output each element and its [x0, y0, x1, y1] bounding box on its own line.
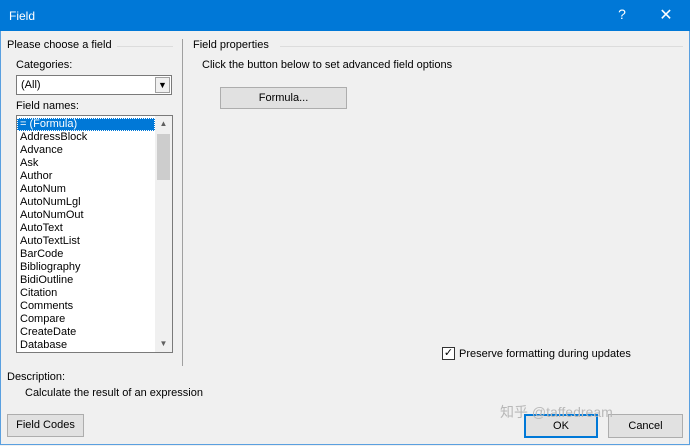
- list-item[interactable]: CreateDate: [17, 326, 155, 339]
- divider: [117, 46, 173, 47]
- watermark-text: 知乎 @taffedream: [500, 404, 613, 420]
- field-list-scrollbar[interactable]: ▲ ▼: [155, 116, 172, 352]
- checkmark-icon: ✓: [443, 347, 454, 359]
- divider: [280, 46, 683, 47]
- list-item[interactable]: Database: [17, 339, 155, 352]
- list-item[interactable]: Author: [17, 170, 155, 183]
- close-icon[interactable]: ✕: [657, 5, 675, 25]
- list-item[interactable]: Advance: [17, 144, 155, 157]
- list-item[interactable]: = (Formula): [17, 118, 155, 131]
- list-item[interactable]: Comments: [17, 300, 155, 313]
- scroll-up-icon[interactable]: ▲: [155, 116, 172, 132]
- list-item[interactable]: Citation: [17, 287, 155, 300]
- categories-dropdown[interactable]: (All) ▼: [16, 75, 172, 95]
- title-bar: Field ? ✕: [0, 0, 690, 31]
- categories-label: Categories:: [16, 59, 73, 71]
- list-item[interactable]: AutoNumOut: [17, 209, 155, 222]
- field-names-items: = (Formula) AddressBlock Advance Ask Author A…: [17, 118, 155, 352]
- preserve-formatting-label[interactable]: Preserve formatting during updates: [459, 348, 631, 360]
- scroll-thumb[interactable]: [157, 134, 170, 180]
- help-icon[interactable]: ?: [615, 6, 629, 22]
- list-item[interactable]: BidiOutline: [17, 274, 155, 287]
- instruction-text: Click the button below to set advanced f…: [202, 59, 453, 71]
- list-item[interactable]: AddressBlock: [17, 131, 155, 144]
- description-text: Calculate the result of an expression: [25, 387, 203, 399]
- field-names-list[interactable]: = (Formula) AddressBlock Advance Ask Author A…: [16, 115, 173, 353]
- window-title: Field: [9, 9, 36, 23]
- panel-separator: [182, 39, 183, 366]
- chevron-down-icon[interactable]: ▼: [155, 77, 170, 93]
- list-item[interactable]: BarCode: [17, 248, 155, 261]
- list-item[interactable]: AutoText: [17, 222, 155, 235]
- list-item[interactable]: AutoNum: [17, 183, 155, 196]
- scroll-down-icon[interactable]: ▼: [155, 336, 172, 352]
- list-item[interactable]: Ask: [17, 157, 155, 170]
- formula-button[interactable]: Formula...: [220, 87, 347, 109]
- list-item[interactable]: AutoNumLgl: [17, 196, 155, 209]
- cancel-button[interactable]: Cancel: [608, 414, 683, 438]
- list-item[interactable]: Compare: [17, 313, 155, 326]
- field-names-label: Field names:: [16, 100, 79, 112]
- categories-value: (All): [21, 79, 41, 91]
- list-item[interactable]: AutoTextList: [17, 235, 155, 248]
- choose-field-heading: Please choose a field: [7, 39, 112, 51]
- description-label: Description:: [7, 371, 66, 383]
- preserve-formatting-checkbox[interactable]: ✓: [442, 347, 455, 360]
- field-codes-button[interactable]: Field Codes: [7, 414, 84, 437]
- list-item[interactable]: Bibliography: [17, 261, 155, 274]
- field-properties-heading: Field properties: [193, 39, 269, 51]
